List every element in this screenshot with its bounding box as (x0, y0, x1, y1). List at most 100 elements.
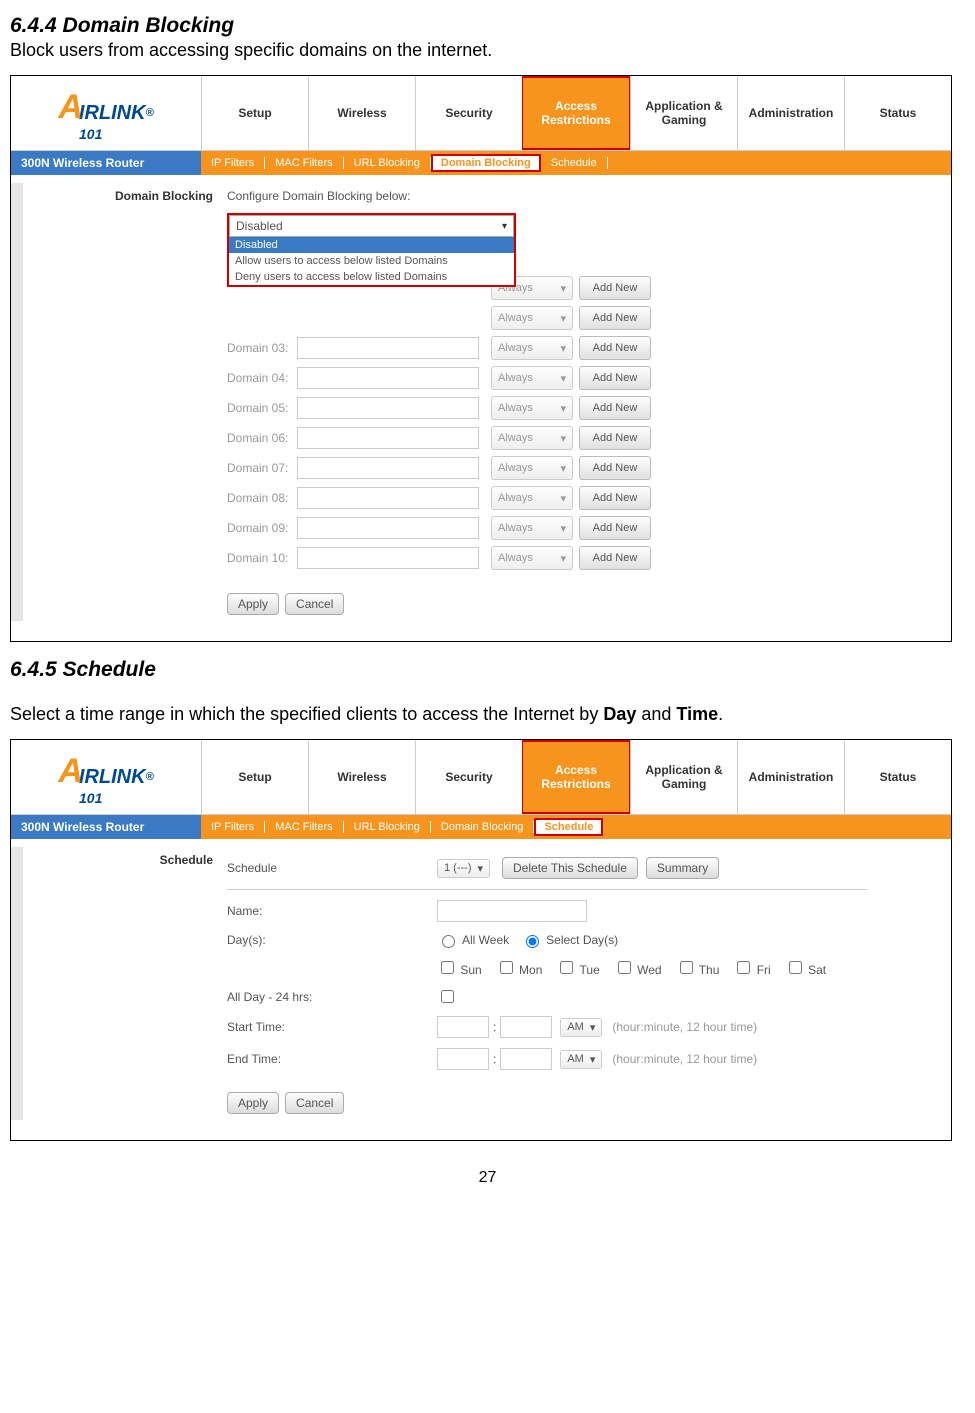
domain-10-schedule-select[interactable]: Always▾ (491, 546, 573, 570)
domain-08-add-new-button[interactable]: Add New (579, 486, 651, 510)
domain-05-schedule-select[interactable]: Always▾ (491, 396, 573, 420)
subtab-url-blocking[interactable]: URL Blocking (344, 821, 431, 833)
end-minute-input[interactable] (500, 1048, 552, 1070)
domain-06-add-new-button[interactable]: Add New (579, 426, 651, 450)
end-time-label: End Time: (227, 1052, 437, 1066)
domain-01-add-new-button[interactable]: Add New (579, 276, 651, 300)
tab-access-restrictions[interactable]: Access Restrictions (522, 740, 630, 814)
tab-application-gaming[interactable]: Application & Gaming (630, 76, 737, 150)
domain-02-add-new-button[interactable]: Add New (579, 306, 651, 330)
day-tue: Tue (580, 963, 600, 977)
domain-input-06[interactable] (297, 427, 479, 449)
domain-07-schedule-select[interactable]: Always▾ (491, 456, 573, 480)
router-model-label: 300N Wireless Router (11, 815, 201, 839)
schedule-index-select[interactable]: 1 (---) ▾ (437, 859, 490, 878)
check-thu[interactable] (680, 961, 693, 974)
domain-input-05[interactable] (297, 397, 479, 419)
check-wed[interactable] (618, 961, 631, 974)
tab-access-restrictions[interactable]: Access Restrictions (522, 76, 630, 150)
name-input[interactable] (437, 900, 587, 922)
subtab-schedule[interactable]: Schedule (534, 818, 603, 836)
start-hour-input[interactable] (437, 1016, 489, 1038)
tab-administration[interactable]: Administration (737, 76, 844, 150)
domain-06-schedule-select[interactable]: Always▾ (491, 426, 573, 450)
domain-row-05: Domain 05: Always▾ Add New (227, 395, 651, 421)
logo-101: 101 (79, 790, 102, 806)
tab-security[interactable]: Security (415, 76, 522, 150)
end-hour-input[interactable] (437, 1048, 489, 1070)
start-ampm-select[interactable]: AM ▾ (560, 1018, 602, 1037)
check-fri[interactable] (737, 961, 750, 974)
tab-setup[interactable]: Setup (201, 76, 308, 150)
always-text: Always (498, 462, 533, 474)
domain-input-03[interactable] (297, 337, 479, 359)
subtab-mac-filters[interactable]: MAC Filters (265, 157, 343, 169)
domain-input-08[interactable] (297, 487, 479, 509)
domain-input-09[interactable] (297, 517, 479, 539)
tab-status[interactable]: Status (844, 740, 951, 814)
check-mon[interactable] (500, 961, 513, 974)
domain-09-add-new-button[interactable]: Add New (579, 516, 651, 540)
all-day-checkbox[interactable] (441, 990, 454, 1003)
colon-separator: : (493, 1020, 496, 1034)
domain-04-schedule-select[interactable]: Always▾ (491, 366, 573, 390)
always-text: Always (498, 492, 533, 504)
tab-wireless[interactable]: Wireless (308, 76, 415, 150)
domain-input-07[interactable] (297, 457, 479, 479)
subtab-ip-filters[interactable]: IP Filters (201, 821, 265, 833)
tab-security[interactable]: Security (415, 740, 522, 814)
mode-option-deny[interactable]: Deny users to access below listed Domain… (229, 269, 514, 285)
domain-02-schedule-select[interactable]: Always▾ (491, 306, 573, 330)
domain-10-add-new-button[interactable]: Add New (579, 546, 651, 570)
tab-setup[interactable]: Setup (201, 740, 308, 814)
tab-administration[interactable]: Administration (737, 740, 844, 814)
main-tab-bar: Setup Wireless Security Access Restricti… (201, 76, 951, 150)
subtab-ip-filters[interactable]: IP Filters (201, 157, 265, 169)
subtab-domain-blocking[interactable]: Domain Blocking (431, 821, 535, 833)
end-ampm-select[interactable]: AM ▾ (560, 1050, 602, 1069)
check-sun[interactable] (441, 961, 454, 974)
domain-03-add-new-button[interactable]: Add New (579, 336, 651, 360)
domain-input-04[interactable] (297, 367, 479, 389)
domain-08-schedule-select[interactable]: Always▾ (491, 486, 573, 510)
apply-button[interactable]: Apply (227, 1092, 279, 1114)
domain-04-add-new-button[interactable]: Add New (579, 366, 651, 390)
select-days-radio[interactable] (526, 935, 539, 948)
mode-dropdown-selected[interactable]: Disabled ▾ (229, 215, 514, 237)
subtab-domain-blocking[interactable]: Domain Blocking (431, 154, 541, 172)
tab-wireless[interactable]: Wireless (308, 740, 415, 814)
schedule-start-row: Start Time: : AM ▾ (hour:minute, 12 hour… (227, 1016, 867, 1038)
apply-button[interactable]: Apply (227, 593, 279, 615)
cancel-button[interactable]: Cancel (285, 593, 344, 615)
domain-03-schedule-select[interactable]: Always▾ (491, 336, 573, 360)
tab-application-gaming[interactable]: Application & Gaming (630, 740, 737, 814)
domain-row-09: Domain 09: Always▾ Add New (227, 515, 651, 541)
summary-button[interactable]: Summary (646, 857, 719, 879)
all-week-radio[interactable] (442, 935, 455, 948)
section-heading-schedule: 6.4.5 Schedule (10, 658, 965, 682)
schedule-form: Schedule Schedule 1 (---) ▾ Delete This … (11, 839, 951, 1140)
mode-option-allow[interactable]: Allow users to access below listed Domai… (229, 253, 514, 269)
domain-05-add-new-button[interactable]: Add New (579, 396, 651, 420)
day-mon: Mon (519, 963, 542, 977)
subtab-mac-filters[interactable]: MAC Filters (265, 821, 343, 833)
start-minute-input[interactable] (500, 1016, 552, 1038)
subtab-url-blocking[interactable]: URL Blocking (344, 157, 431, 169)
subtab-schedule[interactable]: Schedule (541, 157, 608, 169)
name-label: Name: (227, 904, 437, 918)
mode-option-disabled[interactable]: Disabled (229, 237, 514, 253)
domain-09-schedule-select[interactable]: Always▾ (491, 516, 573, 540)
screenshot-domain-blocking: A IRLINK ® 101 Setup Wireless Security A… (10, 75, 952, 642)
mode-dropdown[interactable]: Disabled ▾ Disabled Allow users to acces… (227, 213, 516, 287)
check-sat[interactable] (789, 961, 802, 974)
logo-text: IRLINK (79, 102, 146, 125)
schedule-selector-row: Schedule 1 (---) ▾ Delete This Schedule … (227, 857, 867, 879)
delete-schedule-button[interactable]: Delete This Schedule (502, 857, 638, 879)
cancel-button[interactable]: Cancel (285, 1092, 344, 1114)
check-tue[interactable] (560, 961, 573, 974)
domain-blocking-body: Configure Domain Blocking below: Disable… (227, 183, 651, 621)
domain-07-add-new-button[interactable]: Add New (579, 456, 651, 480)
tab-status[interactable]: Status (844, 76, 951, 150)
domain-input-10[interactable] (297, 547, 479, 569)
day-sat: Sat (808, 963, 826, 977)
